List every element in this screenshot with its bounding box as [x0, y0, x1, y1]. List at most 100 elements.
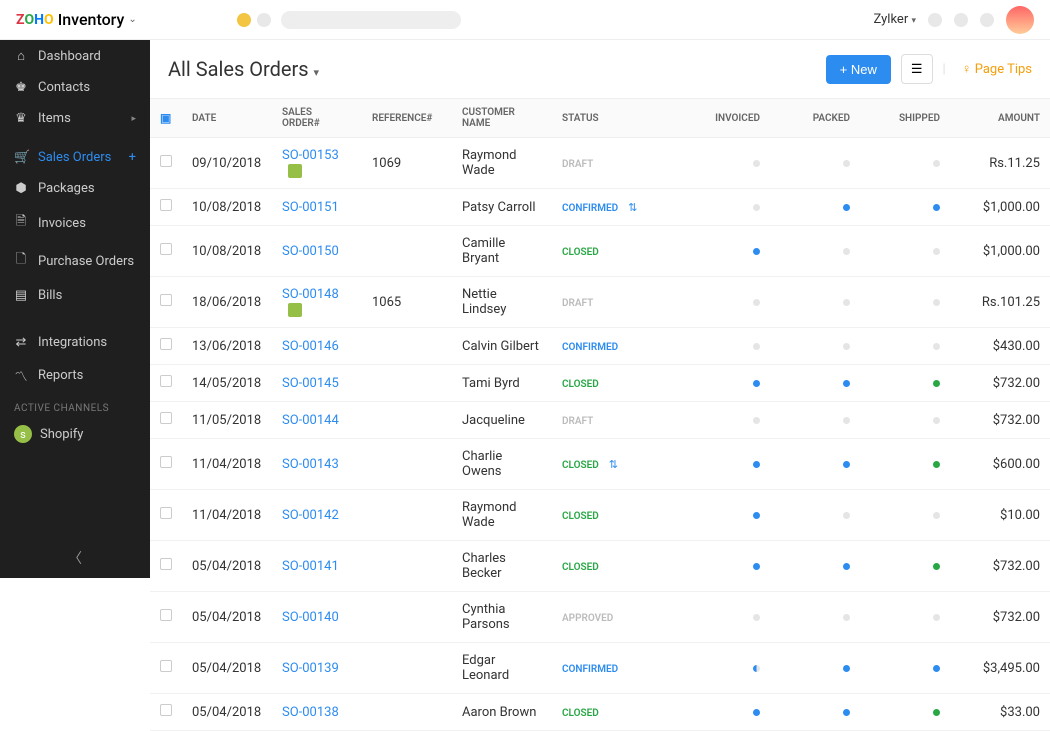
sidebar-item-purchase-orders[interactable]: 🗋Purchase Orders: [0, 242, 150, 280]
top-dot-3[interactable]: [980, 13, 994, 27]
avatar[interactable]: [1006, 6, 1034, 34]
sales-order-link[interactable]: SO-00151: [282, 200, 339, 215]
sales-order-link[interactable]: SO-00146: [282, 339, 339, 354]
table-row[interactable]: 05/04/2018SO-00140Cynthia ParsonsAPPROVE…: [150, 592, 1050, 643]
cell-date: 14/05/2018: [182, 365, 272, 402]
plus-icon[interactable]: +: [129, 150, 136, 165]
sales-order-link[interactable]: SO-00141: [282, 559, 339, 574]
col-date[interactable]: DATE: [182, 99, 272, 138]
search-input[interactable]: [281, 11, 461, 29]
table-row[interactable]: 05/04/2018SO-00138Aaron BrownCLOSED$33.0…: [150, 694, 1050, 731]
table-row[interactable]: 10/08/2018SO-00150Camille BryantCLOSED$1…: [150, 226, 1050, 277]
integrations-icon: ⇄: [14, 335, 28, 350]
sidebar-item-invoices[interactable]: 🗎Invoices: [0, 204, 150, 242]
sales-order-link[interactable]: SO-00138: [282, 705, 339, 720]
col-shipped[interactable]: SHIPPED: [860, 99, 950, 138]
sidebar-item-bills[interactable]: ▤Bills: [0, 280, 150, 311]
col-amount[interactable]: AMOUNT: [950, 99, 1050, 138]
sales-order-link[interactable]: SO-00142: [282, 508, 339, 523]
col-customer[interactable]: CUSTOMER NAME: [452, 99, 552, 138]
table-row[interactable]: 09/10/2018SO-001531069Raymond WadeDRAFTR…: [150, 138, 1050, 189]
select-all-icon: ▣: [160, 111, 171, 125]
row-checkbox[interactable]: [160, 507, 172, 519]
row-checkbox[interactable]: [160, 199, 172, 211]
cell-amount: $3,495.00: [950, 643, 1050, 694]
plus-icon: +: [840, 62, 848, 77]
row-checkbox[interactable]: [160, 704, 172, 716]
row-checkbox[interactable]: [160, 609, 172, 621]
cell-reference: [362, 643, 452, 694]
sales-order-link[interactable]: SO-00153: [282, 148, 339, 163]
table-row[interactable]: 14/05/2018SO-00145Tami ByrdCLOSED$732.00: [150, 365, 1050, 402]
sales-order-link[interactable]: SO-00148: [282, 287, 339, 302]
shipped-dot: [933, 160, 940, 167]
chevron-left-icon: 〈: [68, 551, 82, 567]
top-dot-2[interactable]: [954, 13, 968, 27]
cell-customer: Aaron Brown: [452, 694, 552, 731]
sales-order-link[interactable]: SO-00143: [282, 457, 339, 472]
main: All Sales Orders ▾ + New ☰ | ♀ Page Tips: [150, 40, 1050, 578]
packed-dot: [843, 160, 850, 167]
table-row[interactable]: 05/04/2018SO-00139Edgar LeonardCONFIRMED…: [150, 643, 1050, 694]
row-checkbox[interactable]: [160, 155, 172, 167]
table-row[interactable]: 05/04/2018SO-00141Charles BeckerCLOSED$7…: [150, 541, 1050, 592]
brand[interactable]: ZOHO Inventory ⌄: [16, 10, 137, 29]
cell-customer: Raymond Wade: [452, 490, 552, 541]
packed-dot: [843, 248, 850, 255]
table-row[interactable]: 10/08/2018SO-00151Patsy CarrollCONFIRMED…: [150, 189, 1050, 226]
top-dot-1[interactable]: [928, 13, 942, 27]
col-invoiced[interactable]: INVOICED: [680, 99, 770, 138]
row-checkbox[interactable]: [160, 412, 172, 424]
cell-amount: $430.00: [950, 328, 1050, 365]
sidebar-item-dashboard[interactable]: ⌂Dashboard: [0, 40, 150, 72]
col-select[interactable]: ▣: [150, 99, 182, 138]
sidebar-item-items[interactable]: ♛Items▸: [0, 103, 150, 134]
sidebar-item-contacts[interactable]: ♚Contacts: [0, 72, 150, 103]
sales-order-link[interactable]: SO-00145: [282, 376, 339, 391]
cell-amount: $1,000.00: [950, 189, 1050, 226]
row-checkbox[interactable]: [160, 660, 172, 672]
row-checkbox[interactable]: [160, 558, 172, 570]
list-view-button[interactable]: ☰: [901, 54, 933, 84]
page-tips-label: Page Tips: [975, 62, 1032, 77]
org-switcher[interactable]: Zylker ▾: [874, 12, 916, 27]
row-checkbox[interactable]: [160, 456, 172, 468]
shipped-dot: [933, 343, 940, 350]
sales-order-link[interactable]: SO-00139: [282, 661, 339, 676]
col-packed[interactable]: PACKED: [770, 99, 860, 138]
table-row[interactable]: 13/06/2018SO-00146Calvin GilbertCONFIRME…: [150, 328, 1050, 365]
sidebar-collapse[interactable]: 〈: [0, 548, 150, 568]
page-tips-link[interactable]: ♀ Page Tips: [962, 61, 1032, 77]
menu-icon: ☰: [911, 61, 923, 76]
sales-order-link[interactable]: SO-00150: [282, 244, 339, 259]
new-button[interactable]: + New: [826, 55, 891, 84]
sales-order-link[interactable]: SO-00144: [282, 413, 339, 428]
packed-dot: [843, 512, 850, 519]
row-checkbox[interactable]: [160, 294, 172, 306]
sidebar-item-packages[interactable]: ⬢Packages: [0, 173, 150, 204]
invoiced-dot: [753, 614, 760, 621]
page-title-dropdown[interactable]: All Sales Orders ▾: [168, 57, 319, 81]
row-checkbox[interactable]: [160, 338, 172, 350]
col-status[interactable]: STATUS: [552, 99, 680, 138]
row-checkbox[interactable]: [160, 375, 172, 387]
col-reference[interactable]: REFERENCE#: [362, 99, 452, 138]
channel-shopify[interactable]: s Shopify: [0, 418, 150, 450]
sidebar-item-sales-orders[interactable]: 🛒Sales Orders+: [0, 142, 150, 173]
sidebar-item-reports[interactable]: 〽Reports: [0, 358, 150, 393]
cell-reference: [362, 694, 452, 731]
sidebar-item-label: Dashboard: [38, 49, 101, 64]
sales-order-link[interactable]: SO-00140: [282, 610, 339, 625]
shopify-icon: s: [14, 425, 32, 443]
row-checkbox[interactable]: [160, 243, 172, 255]
table-row[interactable]: 11/04/2018SO-00142Raymond WadeCLOSED$10.…: [150, 490, 1050, 541]
col-sales-order[interactable]: SALES ORDER#: [272, 99, 362, 138]
sidebar-item-integrations[interactable]: ⇄Integrations: [0, 327, 150, 358]
table-row[interactable]: 11/04/2018SO-00143Charlie OwensCLOSED⇅$6…: [150, 439, 1050, 490]
table-row[interactable]: 11/05/2018SO-00144JacquelineDRAFT$732.00: [150, 402, 1050, 439]
packed-dot: [843, 380, 850, 387]
table-row[interactable]: 18/06/2018SO-001481065Nettie LindseyDRAF…: [150, 277, 1050, 328]
cell-reference: [362, 328, 452, 365]
orders-table: ▣ DATE SALES ORDER# REFERENCE# CUSTOMER …: [150, 98, 1050, 731]
invoiced-dot: [753, 380, 760, 387]
